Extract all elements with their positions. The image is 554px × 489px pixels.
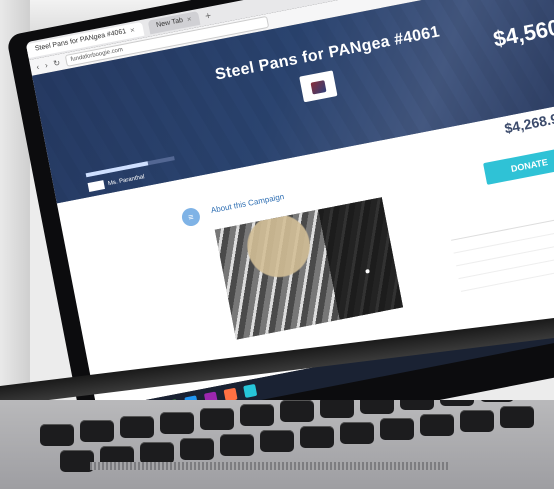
keyboard-key [140,442,174,464]
keyboard-key [240,404,274,426]
close-icon[interactable]: × [186,12,193,27]
keyboard-key [340,422,374,444]
speaker-grille [90,462,450,470]
keyboard-key [220,434,254,456]
keyboard-key [120,416,154,438]
reload-icon[interactable]: ↻ [53,58,61,68]
keyboard-key [60,450,94,472]
donors-table [450,210,554,292]
keyboard-key [380,418,414,440]
donate-button[interactable]: DONATE [483,146,554,185]
raised-amount: $4,560 [491,14,554,52]
keyboard-key [300,426,334,448]
keyboard-key [320,400,354,418]
back-icon[interactable]: ‹ [36,62,40,71]
new-tab-button[interactable]: + [204,10,212,22]
keyboard-key [440,400,474,406]
keyboard-key [360,400,394,414]
laptop-keyboard [0,400,554,489]
keyboard-key [260,430,294,452]
keyboard-key [420,414,454,436]
keyboard-key [80,420,114,442]
keyboard-key [460,410,494,432]
organization-thumbnail [87,180,105,192]
photo-shadow [214,197,404,340]
keyboard-key [480,400,514,402]
app-icon[interactable] [243,383,258,398]
keyboard-key [160,412,194,434]
keyboard-key [280,400,314,422]
forward-icon[interactable]: › [44,60,48,69]
campaign-photo[interactable] [214,197,404,340]
close-icon[interactable]: × [129,23,136,38]
organization-name: Ms. Paranthal [107,173,145,187]
keyboard-key [40,424,74,446]
laptop-screen: Steel Pans for PANgea #4061 × New Tab × … [6,0,554,468]
organization-logo [299,70,338,103]
keyboard-key [400,400,434,410]
keyboard-key [500,406,534,428]
info-icon: ≡ [180,206,202,228]
keyboard-key [180,438,214,460]
about-heading: About this Campaign [210,191,285,215]
keyboard-key [200,408,234,430]
